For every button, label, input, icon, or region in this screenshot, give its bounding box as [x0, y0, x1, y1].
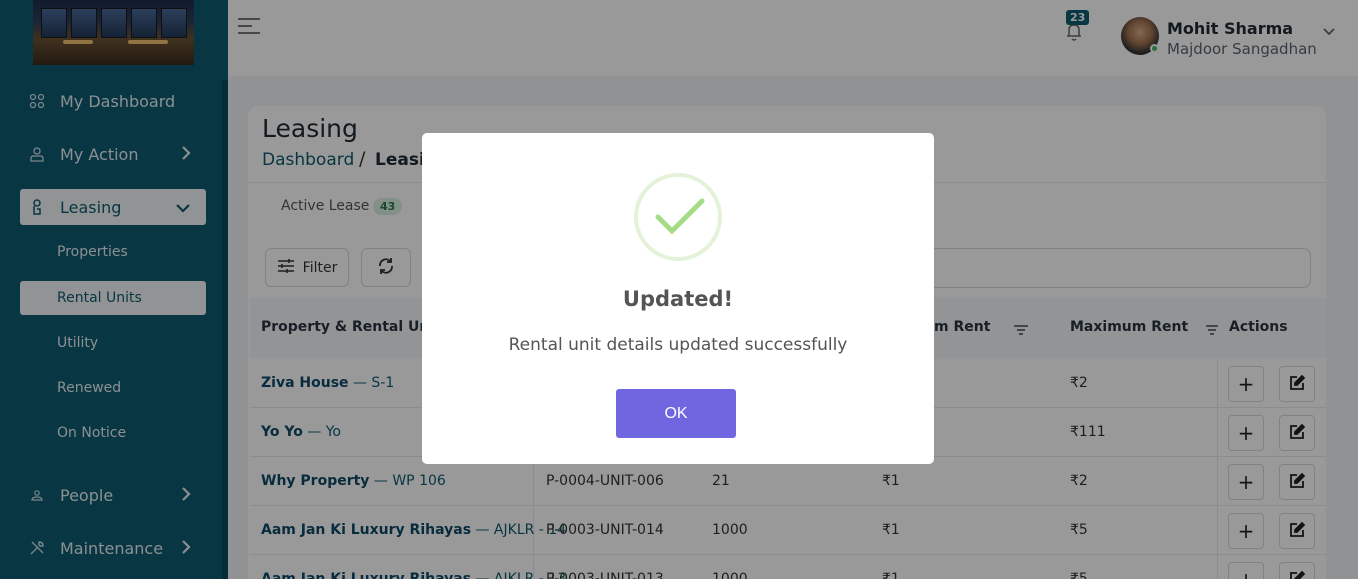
- dialog-message: Rental unit details updated successfully: [508, 335, 848, 355]
- success-icon: [634, 173, 722, 261]
- success-dialog: Updated! Rental unit details updated suc…: [422, 133, 934, 464]
- dialog-title: Updated!: [622, 287, 734, 311]
- ok-button[interactable]: OK: [616, 389, 736, 438]
- check-icon: [655, 198, 705, 235]
